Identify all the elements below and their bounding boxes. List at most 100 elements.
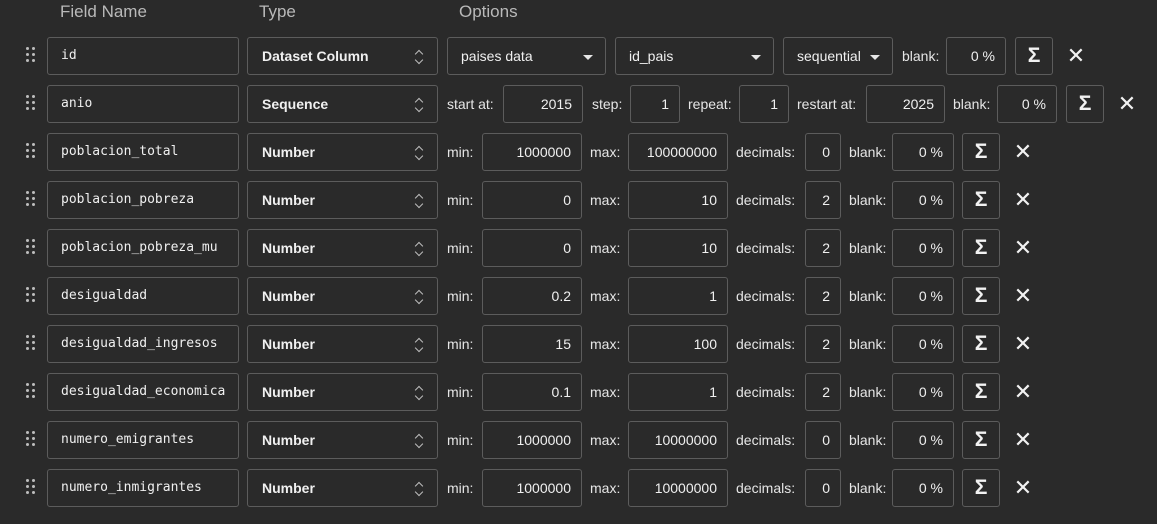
field-name-input[interactable]: poblacion_pobreza_mu bbox=[47, 229, 239, 267]
delete-icon[interactable]: ✕ bbox=[1013, 133, 1033, 171]
field-name-input[interactable]: desigualdad_economica bbox=[47, 373, 239, 411]
drag-handle-icon[interactable] bbox=[26, 143, 36, 163]
type-select[interactable]: Number bbox=[247, 421, 438, 459]
min-input[interactable]: 1000000 bbox=[482, 469, 582, 507]
field-name-input[interactable]: desigualdad_ingresos bbox=[47, 325, 239, 363]
sigma-button[interactable]: Σ bbox=[1015, 37, 1053, 75]
sigma-button[interactable]: Σ bbox=[1066, 85, 1104, 123]
max-input[interactable]: 100 bbox=[628, 325, 728, 363]
dataset-select[interactable]: paises data bbox=[447, 37, 606, 75]
min-label: min: bbox=[447, 336, 474, 352]
min-input[interactable]: 0.1 bbox=[482, 373, 582, 411]
decimals-input[interactable]: 0 bbox=[805, 133, 841, 171]
field-name-input[interactable]: numero_inmigrantes bbox=[47, 469, 239, 507]
blank-input[interactable]: 0 % bbox=[892, 229, 954, 267]
delete-icon[interactable]: ✕ bbox=[1013, 277, 1033, 315]
blank-input[interactable]: 0 % bbox=[892, 373, 954, 411]
delete-icon[interactable]: ✕ bbox=[1013, 325, 1033, 363]
restart-label: restart at: bbox=[797, 96, 857, 112]
sigma-button[interactable]: Σ bbox=[962, 277, 1000, 315]
delete-icon[interactable]: ✕ bbox=[1066, 37, 1086, 75]
type-select[interactable]: Number bbox=[247, 325, 438, 363]
blank-input[interactable]: 0 % bbox=[946, 37, 1006, 75]
min-input[interactable]: 1000000 bbox=[482, 421, 582, 459]
field-name-input[interactable]: poblacion_total bbox=[47, 133, 239, 171]
drag-handle-icon[interactable] bbox=[26, 239, 36, 259]
type-header: Type bbox=[259, 2, 296, 21]
sigma-button[interactable]: Σ bbox=[962, 325, 1000, 363]
repeat-input[interactable]: 1 bbox=[739, 85, 789, 123]
type-select[interactable]: Number bbox=[247, 469, 438, 507]
sigma-button[interactable]: Σ bbox=[962, 181, 1000, 219]
caret-down-icon bbox=[583, 55, 593, 60]
max-input[interactable]: 100000000 bbox=[628, 133, 728, 171]
blank-input[interactable]: 0 % bbox=[892, 421, 954, 459]
drag-handle-icon[interactable] bbox=[26, 431, 36, 451]
delete-icon[interactable]: ✕ bbox=[1013, 469, 1033, 507]
type-select[interactable]: Number bbox=[247, 181, 438, 219]
decimals-input[interactable]: 0 bbox=[805, 469, 841, 507]
delete-icon[interactable]: ✕ bbox=[1013, 373, 1033, 411]
field-row: id Dataset Column paises data id_pais sequen… bbox=[0, 37, 1157, 77]
decimals-input[interactable]: 2 bbox=[805, 373, 841, 411]
restart-input[interactable]: 2025 bbox=[866, 85, 945, 123]
column-select[interactable]: id_pais bbox=[615, 37, 774, 75]
min-input[interactable]: 15 bbox=[482, 325, 582, 363]
sigma-button[interactable]: Σ bbox=[962, 421, 1000, 459]
delete-icon[interactable]: ✕ bbox=[1013, 229, 1033, 267]
field-name-input[interactable]: anio bbox=[47, 85, 239, 123]
drag-handle-icon[interactable] bbox=[26, 479, 36, 499]
max-input[interactable]: 10000000 bbox=[628, 469, 728, 507]
mode-select[interactable]: sequential bbox=[783, 37, 893, 75]
blank-input[interactable]: 0 % bbox=[892, 469, 954, 507]
decimals-input[interactable]: 0 bbox=[805, 421, 841, 459]
decimals-label: decimals: bbox=[736, 480, 796, 496]
sigma-button[interactable]: Σ bbox=[962, 373, 1000, 411]
type-select[interactable]: Number bbox=[247, 133, 438, 171]
sigma-button[interactable]: Σ bbox=[962, 229, 1000, 267]
field-name-input[interactable]: numero_emigrantes bbox=[47, 421, 239, 459]
min-label: min: bbox=[447, 480, 474, 496]
max-input[interactable]: 10000000 bbox=[628, 421, 728, 459]
min-input[interactable]: 0 bbox=[482, 181, 582, 219]
sigma-button[interactable]: Σ bbox=[962, 133, 1000, 171]
type-select[interactable]: Number bbox=[247, 229, 438, 267]
sigma-button[interactable]: Σ bbox=[962, 469, 1000, 507]
delete-icon[interactable]: ✕ bbox=[1013, 181, 1033, 219]
max-input[interactable]: 10 bbox=[628, 229, 728, 267]
type-select[interactable]: Number bbox=[247, 373, 438, 411]
max-input[interactable]: 10 bbox=[628, 181, 728, 219]
start-input[interactable]: 2015 bbox=[503, 85, 583, 123]
delete-icon[interactable]: ✕ bbox=[1013, 421, 1033, 459]
blank-input[interactable]: 0 % bbox=[892, 181, 954, 219]
decimals-input[interactable]: 2 bbox=[805, 325, 841, 363]
max-input[interactable]: 1 bbox=[628, 277, 728, 315]
drag-handle-icon[interactable] bbox=[26, 383, 36, 403]
decimals-input[interactable]: 2 bbox=[805, 277, 841, 315]
type-select[interactable]: Sequence bbox=[247, 85, 438, 123]
blank-input[interactable]: 0 % bbox=[997, 85, 1057, 123]
drag-handle-icon[interactable] bbox=[26, 95, 36, 115]
min-label: min: bbox=[447, 432, 474, 448]
min-input[interactable]: 0 bbox=[482, 229, 582, 267]
drag-handle-icon[interactable] bbox=[26, 47, 36, 67]
decimals-input[interactable]: 2 bbox=[805, 181, 841, 219]
drag-handle-icon[interactable] bbox=[26, 287, 36, 307]
blank-input[interactable]: 0 % bbox=[892, 325, 954, 363]
field-name-input[interactable]: id bbox=[47, 37, 239, 75]
blank-input[interactable]: 0 % bbox=[892, 277, 954, 315]
field-name-input[interactable]: desigualdad bbox=[47, 277, 239, 315]
drag-handle-icon[interactable] bbox=[26, 335, 36, 355]
min-input[interactable]: 1000000 bbox=[482, 133, 582, 171]
updown-icon bbox=[415, 97, 423, 113]
type-select[interactable]: Dataset Column bbox=[247, 37, 438, 75]
type-select[interactable]: Number bbox=[247, 277, 438, 315]
drag-handle-icon[interactable] bbox=[26, 191, 36, 211]
field-name-input[interactable]: poblacion_pobreza bbox=[47, 181, 239, 219]
step-input[interactable]: 1 bbox=[630, 85, 680, 123]
delete-icon[interactable]: ✕ bbox=[1117, 85, 1137, 123]
max-input[interactable]: 1 bbox=[628, 373, 728, 411]
decimals-input[interactable]: 2 bbox=[805, 229, 841, 267]
min-input[interactable]: 0.2 bbox=[482, 277, 582, 315]
blank-input[interactable]: 0 % bbox=[892, 133, 954, 171]
